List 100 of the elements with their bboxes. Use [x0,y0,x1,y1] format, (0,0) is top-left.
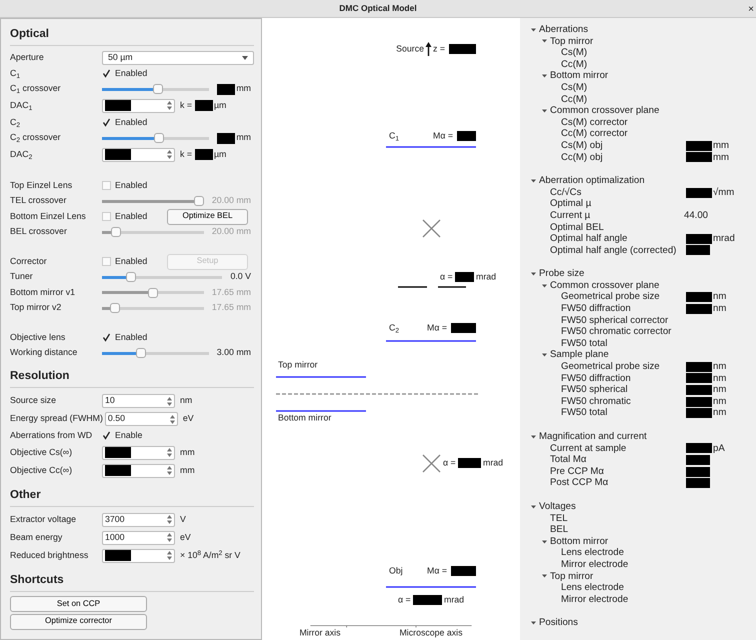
unit-label: 17.65 mm [212,286,251,299]
field-label: Corrector [10,254,48,268]
spinner-icon[interactable] [167,448,172,457]
field-label: TEL crossover [10,194,68,208]
spinner-icon[interactable] [167,150,172,160]
tree-label: Sample plane [550,349,610,362]
checkbox-icon[interactable] [102,118,111,127]
checkbox[interactable]: Enabled [102,178,162,192]
unit-label: nm [180,394,192,408]
checkbox[interactable]: Enabled [102,116,162,130]
tree-label: Bottom mirror [550,536,610,548]
unit-label: 20.00 mm [212,225,251,238]
expand-arrow-icon[interactable] [541,38,550,44]
tree-label: Probe size [539,268,586,280]
tree-label: Total Mα [550,454,588,466]
spinner-icon[interactable] [167,551,172,560]
unit-label: µm [214,148,226,162]
number-field[interactable] [102,446,175,460]
beam-line [397,286,428,288]
number-field[interactable] [102,98,175,113]
slider-thumb[interactable] [136,348,146,358]
checkbox[interactable]: Enabled [102,254,162,268]
dropdown[interactable]: 50 µm [102,51,254,65]
field-label: C$_{2}$ [10,116,22,130]
checkbox-icon[interactable] [102,69,111,78]
checkbox-icon[interactable] [102,431,111,440]
expand-arrow-icon[interactable] [530,271,539,278]
unit-label: pA [713,442,725,454]
tree-label: Aberration optimalization [539,175,646,187]
tree-label: Cs(M) obj [561,140,604,152]
spinner-icon[interactable] [167,396,172,406]
expand-arrow-icon[interactable] [541,282,550,289]
action-button[interactable]: Optimize BEL [167,208,248,224]
spinner-icon[interactable] [167,466,172,475]
lens-label: C$_{1}$ [389,129,400,143]
expand-arrow-icon[interactable] [530,504,539,510]
spinner-icon[interactable] [167,515,172,524]
unit-label: √mm [713,186,734,198]
slider-thumb[interactable] [126,272,136,282]
spinner-icon[interactable] [170,414,175,424]
close-button[interactable]: × [748,2,754,17]
checkbox[interactable]: Enable [102,429,162,442]
checkbox[interactable]: Enabled [102,210,162,224]
tree-label: BEL [550,524,570,536]
field-label: BEL crossover [10,225,68,238]
unit-label: mrad [483,456,504,470]
field-label: Source size [10,394,57,408]
action-button[interactable]: Optimize corrector [10,614,147,630]
expand-arrow-icon[interactable] [530,26,539,33]
unit-label: 0.0 V [230,270,251,284]
unit-label: nm [713,372,726,384]
beam-line [437,286,467,288]
angle-label: α = [443,456,456,470]
field-label: DAC$_{2}$ [10,148,34,162]
unit-label: mrad [444,593,464,606]
slider-thumb[interactable] [152,84,163,94]
action-button[interactable]: Set on CCP [10,596,147,612]
checkbox[interactable]: Enabled [102,66,162,80]
tree-label: Optimal half angle (corrected) [550,244,678,256]
unit-label: mrad [476,270,496,284]
number-field[interactable] [102,148,175,162]
window-title: DMC Optical Model [339,2,417,15]
spinner-icon[interactable] [167,101,172,110]
field-label: Objective Cc(∞) [10,464,73,477]
lens-label: C$_{2}$ [389,321,400,335]
unit-label: × 10$^{8}$ A/m$^{2}$ sr V [180,549,240,562]
lens-label: Obj [389,564,403,578]
expand-arrow-icon[interactable] [530,434,539,440]
checkbox[interactable]: Enabled [102,330,162,344]
unit-label: nm [713,407,726,419]
source-label: Source [396,42,424,56]
slider-thumb[interactable] [154,133,164,143]
unit-label: 17.65 mm [212,301,251,314]
axis-label: Microscope axis [399,626,463,640]
redacted-value [458,458,481,468]
unit-label: eV [180,531,191,544]
expand-arrow-icon[interactable] [530,178,539,184]
spinner-icon[interactable] [167,533,172,542]
number-field[interactable] [102,464,175,478]
expand-arrow-icon[interactable] [541,73,550,80]
number-field[interactable]: 0.50 [104,412,178,426]
tree-label: FW50 chromatic corrector [561,326,672,338]
number-field[interactable]: 10 [102,394,175,408]
magnification-label: Mα = [427,564,447,578]
expand-arrow-icon[interactable] [541,352,550,358]
expand-arrow-icon[interactable] [541,108,550,114]
expand-arrow-icon[interactable] [541,538,550,545]
tree-label: Optimal µ [550,198,592,210]
redacted-value [449,44,476,54]
tree-label: FW50 total [561,407,608,419]
number-field[interactable] [102,548,175,563]
checkbox-icon[interactable] [102,333,111,342]
number-field[interactable]: 1000 [102,530,175,545]
tree-label: FW50 diffraction [561,372,632,384]
unit-label: mrad [713,233,735,245]
expand-arrow-icon[interactable] [530,620,539,626]
tree-label: Aberrations [539,24,590,36]
unit-label: 3.00 mm [216,346,251,360]
expand-arrow-icon[interactable] [541,573,550,580]
number-field[interactable]: 3700 [102,512,175,527]
